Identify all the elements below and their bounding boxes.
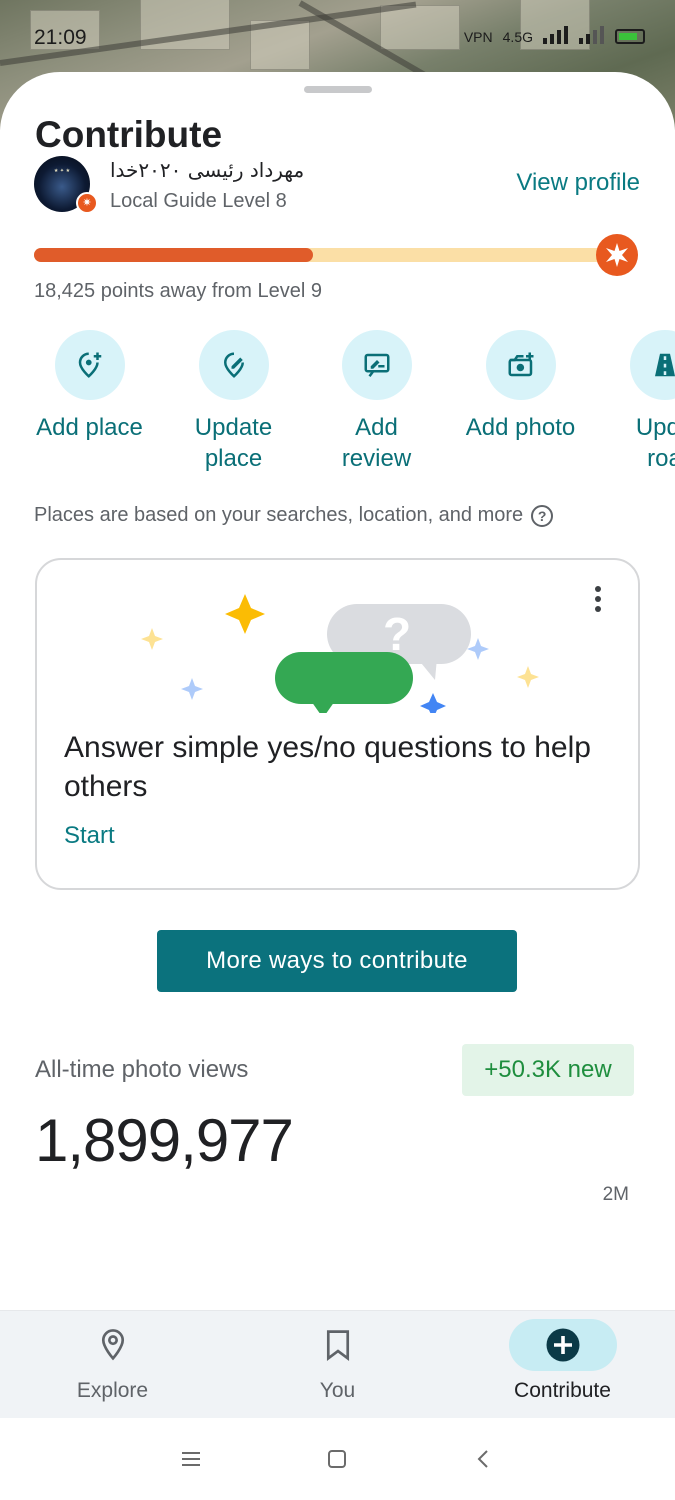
avatar-artwork: ★ ✦ ★ — [53, 168, 71, 174]
status-bar: 21:09 VPN 4.5G — [0, 24, 675, 54]
help-icon[interactable]: ? — [531, 504, 554, 527]
view-profile-link[interactable]: View profile — [516, 169, 640, 197]
signal-icon — [543, 26, 569, 47]
signal-icon-2 — [579, 26, 605, 47]
next-level-star-icon — [596, 234, 638, 276]
nav-contribute-label: Contribute — [514, 1379, 611, 1402]
progress-track — [34, 248, 604, 262]
add-photo-label: Add photo — [465, 414, 576, 441]
home-icon[interactable] — [322, 1446, 352, 1472]
points-away-text: 18,425 points away from Level 9 — [34, 280, 322, 302]
nav-you[interactable]: You — [225, 1311, 450, 1419]
system-navigation-bar — [0, 1418, 675, 1500]
card-more-options-button[interactable] — [588, 586, 608, 616]
update-road-label-line1: Upda — [635, 414, 675, 441]
places-note-text: Places are based on your searches, locat… — [34, 504, 524, 526]
status-time: 21:09 — [34, 26, 87, 49]
road-icon — [629, 330, 675, 400]
nav-you-label: You — [319, 1379, 356, 1402]
update-road-button[interactable]: Upda roa — [593, 330, 675, 474]
profile-name: مهرداد رئیسی ۲۰۲۰خدا — [110, 158, 305, 182]
add-place-button[interactable]: Add place — [18, 330, 161, 443]
edit-place-icon — [198, 330, 269, 400]
back-icon[interactable] — [468, 1446, 498, 1472]
photo-views-axis-label: 2M — [602, 1184, 629, 1205]
page-title: Contribute — [35, 114, 223, 155]
update-place-label-line2: place — [204, 445, 263, 472]
question-text: Answer simple yes/no questions to help o… — [64, 731, 591, 803]
battery-icon — [615, 29, 645, 44]
add-review-label-line2: review — [341, 445, 412, 472]
add-review-button[interactable]: Add review — [305, 330, 448, 474]
vpn-indicator: VPN — [463, 28, 493, 45]
quick-actions: Add place Update place Add review Add phot… — [0, 330, 675, 480]
add-circle-icon — [508, 1319, 617, 1371]
nav-explore-label: Explore — [76, 1379, 149, 1402]
update-place-label-line1: Update — [194, 414, 273, 441]
nav-explore[interactable]: Explore — [0, 1311, 225, 1419]
bookmark-icon — [284, 1319, 392, 1371]
profile-row: ★ ✦ ★ ✷ مهرداد رئیسی ۲۰۲۰خدا Local Guide… — [34, 156, 640, 216]
new-views-badge: +50.3K new — [462, 1044, 634, 1096]
update-road-label-line2: roa — [647, 445, 675, 472]
sheet-drag-handle[interactable] — [304, 86, 372, 93]
add-place-icon — [54, 330, 125, 400]
location-pin-icon — [59, 1319, 167, 1371]
bottom-navigation: Explore You Contribute — [0, 1310, 675, 1418]
add-photo-button[interactable]: Add photo — [449, 330, 592, 443]
start-button[interactable]: Start — [64, 822, 115, 850]
local-guide-badge-icon: ✷ — [76, 192, 98, 214]
review-icon — [341, 330, 412, 400]
network-indicator: 4.5G — [502, 28, 533, 45]
add-photo-icon — [485, 330, 556, 400]
level-progress-bar — [34, 234, 638, 276]
chat-bubbles-illustration: ? — [141, 594, 539, 713]
add-place-label: Add place — [36, 414, 143, 441]
add-review-label-line1: Add — [355, 414, 398, 441]
progress-fill — [34, 248, 314, 262]
nav-contribute[interactable]: Contribute — [450, 1311, 675, 1419]
question-card: ? Answer simple yes/no questions to help… — [35, 558, 640, 890]
profile-level: Local Guide Level 8 — [110, 190, 287, 212]
recent-apps-icon[interactable] — [176, 1446, 206, 1472]
photo-views-value: 1,899,977 — [35, 1107, 294, 1174]
update-place-button[interactable]: Update place — [162, 330, 305, 474]
more-ways-to-contribute-button[interactable]: More ways to contribute — [157, 930, 517, 992]
places-note: Places are based on your searches, locat… — [34, 504, 554, 527]
photo-views-label: All-time photo views — [35, 1056, 249, 1083]
